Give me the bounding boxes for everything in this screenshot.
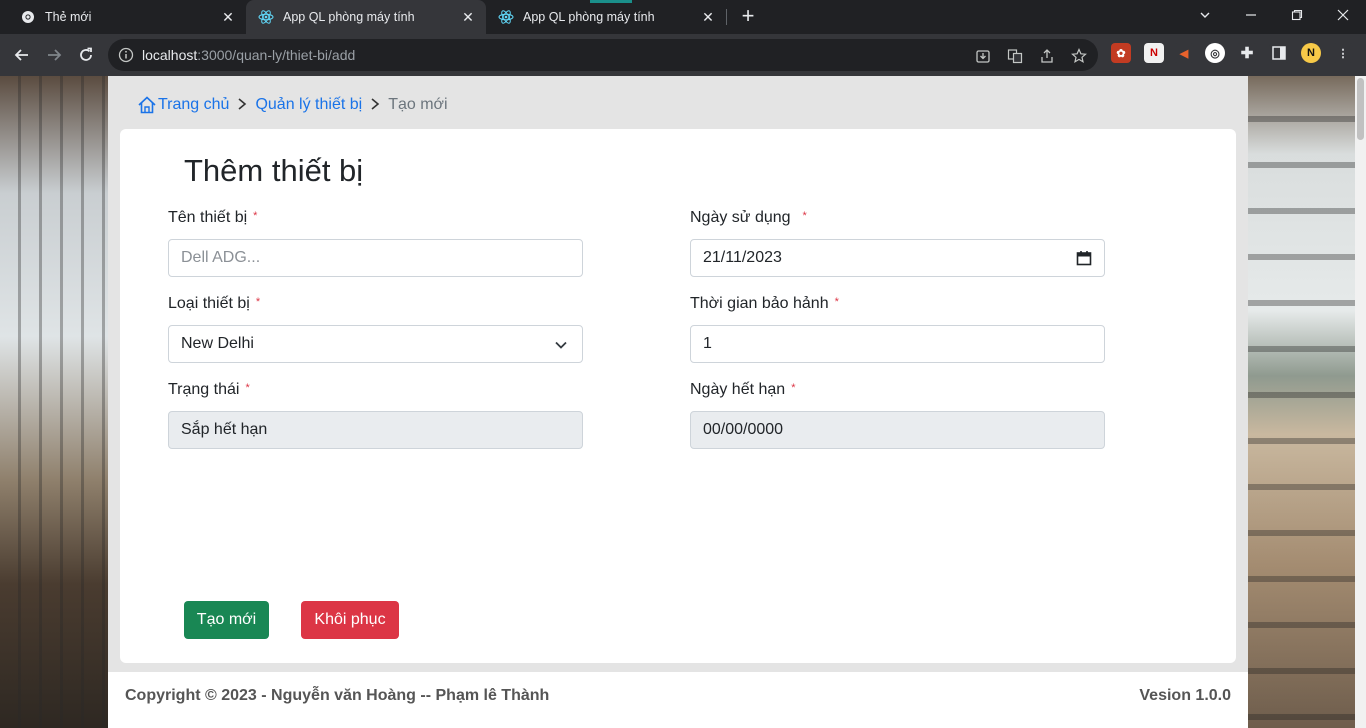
address-bar[interactable]: localhost:3000/quan-ly/thiet-bi/add — [108, 39, 1098, 71]
restore-icon[interactable] — [1283, 4, 1311, 28]
tab-app-active[interactable]: App QL phòng máy tính ✕ — [246, 0, 486, 34]
background-photo-right — [1248, 76, 1355, 728]
tab-title: Thẻ mới — [45, 10, 92, 24]
url-text: localhost:3000/quan-ly/thiet-bi/add — [142, 47, 355, 63]
device-type-select[interactable]: New Delhi — [168, 325, 583, 363]
extension-megaphone-icon[interactable]: ◀ — [1174, 43, 1194, 63]
site-info-icon[interactable] — [118, 47, 134, 63]
use-date-label: Ngày sử dụng * — [690, 209, 807, 227]
bookmark-star-icon[interactable] — [1070, 47, 1088, 65]
tab-search-icon[interactable] — [1191, 4, 1219, 28]
warranty-input[interactable]: 1 — [690, 325, 1105, 363]
chevron-right-icon — [237, 97, 247, 114]
close-tab-icon[interactable]: ✕ — [700, 9, 716, 25]
label-text: Ngày hết hạn — [690, 381, 786, 398]
version-text: Vesion 1.0.0 — [1139, 687, 1231, 704]
browser-tab-bar: Thẻ mới ✕ App QL phòng máy tính ✕ App QL… — [0, 0, 1366, 34]
label-text: Loại thiết bị — [168, 295, 250, 312]
main-content: Trang chủ Quản lý thiết bị Tạo mới Thêm … — [108, 76, 1248, 728]
new-tab-button[interactable]: + — [736, 5, 760, 29]
device-name-label: Tên thiết bị * — [168, 209, 257, 227]
required-mark: * — [802, 210, 807, 222]
page-title: Thêm thiết bị — [184, 153, 364, 188]
side-panel-icon[interactable] — [1269, 43, 1289, 63]
label-text: Thời gian bảo hảnh — [690, 295, 829, 312]
required-mark: * — [791, 382, 796, 394]
create-button[interactable]: Tạo mới — [184, 601, 269, 639]
chrome-icon — [20, 9, 36, 25]
tab-title: App QL phòng máy tính — [283, 10, 415, 24]
required-mark: * — [255, 296, 261, 308]
expiry-date-field: 00/00/0000 — [690, 411, 1105, 449]
reset-button[interactable]: Khôi phục — [301, 601, 399, 639]
close-window-icon[interactable] — [1329, 4, 1357, 28]
url-host: localhost — [142, 47, 198, 63]
status-field: Sắp hết hạn — [168, 411, 583, 449]
share-icon[interactable] — [1038, 47, 1056, 65]
tab-title: App QL phòng máy tính — [523, 10, 655, 24]
footer: Copyright © 2023 - Nguyễn văn Hoàng -- P… — [108, 672, 1248, 728]
select-value: New Delhi — [181, 335, 254, 352]
breadcrumb-current: Tạo mới — [388, 96, 448, 113]
extension-red-icon[interactable]: ✿ — [1111, 43, 1131, 63]
expiry-date-label: Ngày hết hạn * — [690, 381, 795, 399]
translate-icon[interactable] — [1006, 47, 1024, 65]
calendar-icon[interactable] — [1076, 250, 1092, 266]
page-scrollbar[interactable] — [1355, 76, 1366, 728]
warranty-label: Thời gian bảo hảnh * — [690, 295, 839, 313]
url-path: :3000/quan-ly/thiet-bi/add — [197, 47, 356, 63]
extension-circle-icon[interactable]: ◎ — [1205, 43, 1225, 63]
close-tab-icon[interactable]: ✕ — [460, 9, 476, 25]
profile-avatar[interactable]: N — [1301, 43, 1321, 63]
background-photo-left — [0, 76, 108, 728]
status-label: Trạng thái * — [168, 381, 250, 399]
breadcrumb-home-link[interactable]: Trang chủ — [158, 96, 229, 114]
extensions-puzzle-icon[interactable]: ✚ — [1237, 43, 1257, 63]
label-text: Tên thiết bị — [168, 209, 248, 226]
breadcrumb-section-link[interactable]: Quản lý thiết bị — [255, 96, 362, 114]
home-icon[interactable] — [137, 95, 157, 115]
label-text: Trạng thái — [168, 381, 240, 398]
copyright-text: Copyright © 2023 - Nguyễn văn Hoàng -- P… — [125, 687, 550, 704]
tab-new-tab[interactable]: Thẻ mới ✕ — [0, 0, 246, 34]
device-name-input[interactable]: Dell ADG... — [168, 239, 583, 277]
reload-icon[interactable] — [73, 42, 99, 68]
page-viewport: Trang chủ Quản lý thiết bị Tạo mới Thêm … — [0, 76, 1355, 728]
required-mark: * — [834, 296, 839, 308]
form-card: Thêm thiết bị Tên thiết bị * Dell ADG... … — [120, 129, 1236, 663]
label-text: Ngày sử dụng — [690, 209, 791, 226]
device-type-label: Loại thiết bị * — [168, 295, 260, 313]
breadcrumb: Trang chủ Quản lý thiết bị Tạo mới — [137, 94, 448, 116]
required-mark: * — [245, 382, 250, 394]
scrollbar-thumb[interactable] — [1357, 78, 1364, 140]
more-menu-icon[interactable]: ⋮ — [1333, 43, 1353, 63]
forward-arrow-icon[interactable] — [41, 42, 67, 68]
use-date-input[interactable]: 21/11/2023 — [690, 239, 1105, 277]
date-value: 21/11/2023 — [703, 249, 782, 266]
extension-news-icon[interactable]: N — [1144, 43, 1164, 63]
tab-app[interactable]: App QL phòng máy tính ✕ — [486, 0, 726, 34]
required-mark: * — [253, 210, 258, 222]
close-tab-icon[interactable]: ✕ — [220, 9, 236, 25]
tab-separator — [726, 9, 727, 25]
install-app-icon[interactable] — [974, 47, 992, 65]
minimize-icon[interactable] — [1237, 4, 1265, 28]
chevron-right-icon — [370, 97, 380, 114]
react-icon — [498, 9, 514, 25]
chevron-down-icon — [555, 341, 567, 349]
react-icon — [258, 9, 274, 25]
back-arrow-icon[interactable] — [9, 42, 35, 68]
